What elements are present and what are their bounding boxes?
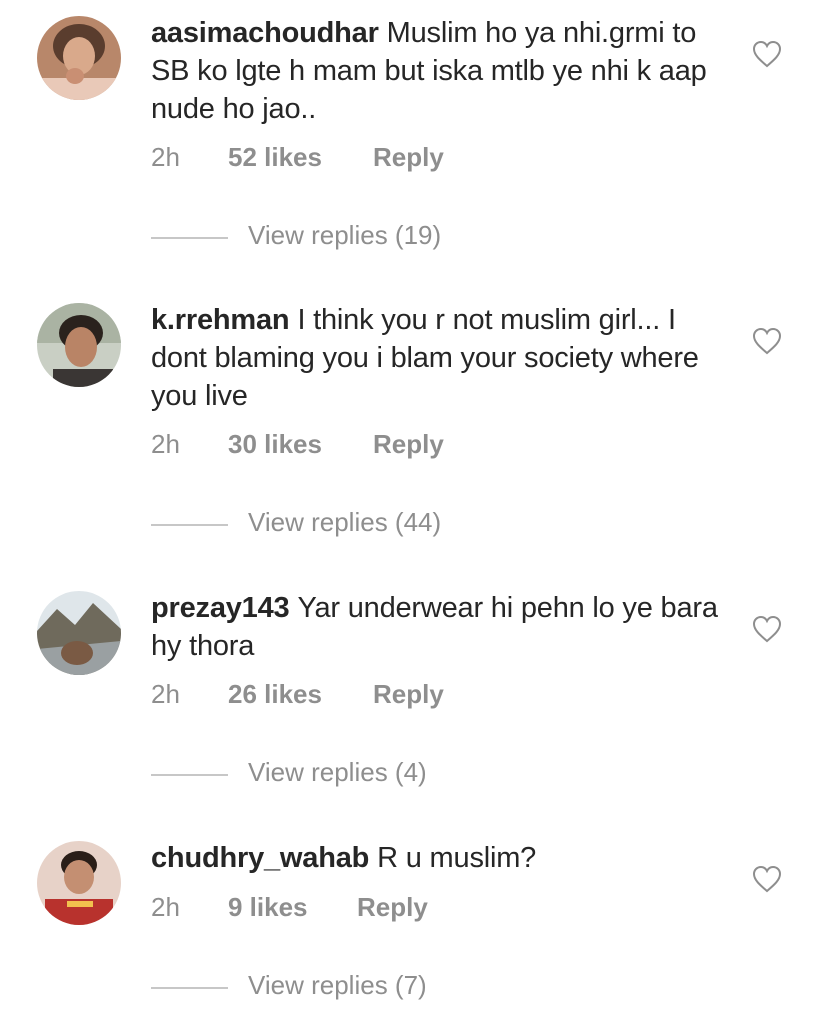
comment-likes[interactable]: 9 likes: [228, 892, 308, 923]
avatar[interactable]: [37, 591, 121, 675]
comment-time: 2h: [151, 892, 180, 922]
reply-button[interactable]: Reply: [373, 142, 444, 173]
view-replies-label[interactable]: View replies (4): [248, 757, 427, 788]
comment-text: aasimachoudhar Muslim ho ya nhi.grmi to S…: [151, 14, 726, 128]
reply-button[interactable]: Reply: [373, 679, 444, 710]
comment-likes[interactable]: 26 likes: [228, 679, 322, 710]
comment-text: k.rrehman I think you r not muslim girl..…: [151, 301, 726, 415]
comment-text: chudhry_wahab R u muslim?: [151, 839, 726, 877]
comment-username[interactable]: aasimachoudhar: [151, 17, 379, 49]
comment-likes[interactable]: 52 likes: [228, 142, 322, 173]
heart-outline-icon[interactable]: [752, 865, 782, 893]
replies-divider: [151, 524, 228, 526]
avatar[interactable]: [37, 16, 121, 100]
heart-outline-icon[interactable]: [752, 615, 782, 643]
replies-divider: [151, 237, 228, 239]
comment-username[interactable]: prezay143: [151, 592, 290, 624]
view-replies-label[interactable]: View replies (19): [248, 220, 441, 251]
comment-likes[interactable]: 30 likes: [228, 429, 322, 460]
view-replies-label[interactable]: View replies (44): [248, 507, 441, 538]
avatar[interactable]: [37, 841, 121, 925]
comment-text: prezay143 Yar underwear hi pehn lo ye bar…: [151, 589, 726, 665]
replies-divider: [151, 774, 228, 776]
comment-username[interactable]: chudhry_wahab: [151, 842, 369, 874]
comment-username[interactable]: k.rrehman: [151, 304, 290, 336]
comment-time: 2h: [151, 679, 180, 709]
replies-divider: [151, 987, 228, 989]
reply-button[interactable]: Reply: [373, 429, 444, 460]
reply-button[interactable]: Reply: [357, 892, 428, 923]
comment-time: 2h: [151, 142, 180, 172]
view-replies-label[interactable]: View replies (7): [248, 970, 427, 1001]
heart-outline-icon[interactable]: [752, 40, 782, 68]
comment-time: 2h: [151, 429, 180, 459]
avatar[interactable]: [37, 303, 121, 387]
comment-body: R u muslim?: [377, 842, 537, 874]
heart-outline-icon[interactable]: [752, 327, 782, 355]
